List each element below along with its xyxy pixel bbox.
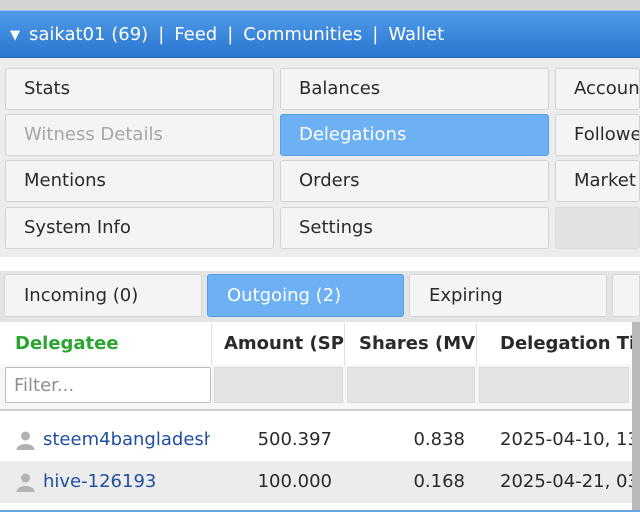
section-divider: [0, 257, 640, 271]
delegatee-link[interactable]: steem4bangladesh: [43, 419, 210, 461]
menu-system-info-button[interactable]: System Info: [5, 207, 274, 249]
tab-expiring[interactable]: Expiring: [409, 274, 607, 317]
top-nav-bar: ▼ saikat01 (69) | Feed | Communities | W…: [0, 10, 640, 58]
menu-stats-button[interactable]: Stats: [5, 68, 274, 110]
menu-witness-details-button: Witness Details: [5, 114, 274, 156]
delegation-time-value: 2025-04-10, 13:: [500, 429, 632, 450]
time-filter-cell: [479, 367, 629, 403]
column-header-delegation-time[interactable]: Delegation Time: [477, 323, 632, 365]
table-header-divider: [0, 409, 640, 411]
menu-delegations-button[interactable]: Delegations: [280, 114, 549, 156]
column-header-delegatee[interactable]: Delegatee: [0, 323, 212, 365]
user-icon: [16, 431, 35, 450]
tab-overflow[interactable]: [612, 274, 640, 317]
menu-empty-slot: [555, 207, 640, 249]
nav-wallet-link[interactable]: Wallet: [388, 24, 444, 45]
nav-communities-link[interactable]: Communities: [243, 24, 362, 45]
user-icon: [16, 473, 35, 492]
menu-market-button[interactable]: Market: [555, 160, 640, 202]
column-header-shares[interactable]: Shares (MV): [345, 323, 477, 365]
amount-filter-cell: [214, 367, 343, 403]
nav-separator: |: [158, 23, 165, 45]
tab-outgoing[interactable]: Outgoing (2): [207, 274, 404, 317]
column-header-amount[interactable]: Amount (SP): [212, 323, 345, 365]
top-strip: [0, 0, 640, 10]
delegation-time-value: 2025-04-21, 03:: [500, 471, 632, 492]
amount-value: 100.000: [257, 471, 332, 492]
nav-separator: |: [227, 23, 234, 45]
table-bottom-border: [0, 510, 640, 512]
table-row: steem4bangladesh 500.397 0.838 2025-04-1…: [0, 419, 632, 461]
delegatee-link[interactable]: hive-126193: [43, 461, 210, 503]
shares-value: 0.168: [413, 471, 465, 492]
table-row: hive-126193 100.000 0.168 2025-04-21, 03…: [0, 461, 632, 503]
menu-settings-button[interactable]: Settings: [280, 207, 549, 249]
shares-value: 0.838: [413, 429, 465, 450]
delegatee-filter-input[interactable]: [5, 367, 211, 403]
menu-orders-button[interactable]: Orders: [280, 160, 549, 202]
nav-feed-link[interactable]: Feed: [174, 24, 217, 45]
menu-followers-button[interactable]: Followe: [555, 114, 640, 156]
caret-down-icon[interactable]: ▼: [10, 28, 20, 43]
menu-balances-button[interactable]: Balances: [280, 68, 549, 110]
tab-incoming[interactable]: Incoming (0): [4, 274, 202, 317]
amount-value: 500.397: [257, 429, 332, 450]
nav-separator: |: [372, 23, 379, 45]
menu-account-button[interactable]: Account: [555, 68, 640, 110]
shares-filter-cell: [347, 367, 475, 403]
user-account-link[interactable]: saikat01 (69): [29, 24, 148, 45]
table-scrollbar[interactable]: [632, 322, 640, 510]
menu-mentions-button[interactable]: Mentions: [5, 160, 274, 202]
